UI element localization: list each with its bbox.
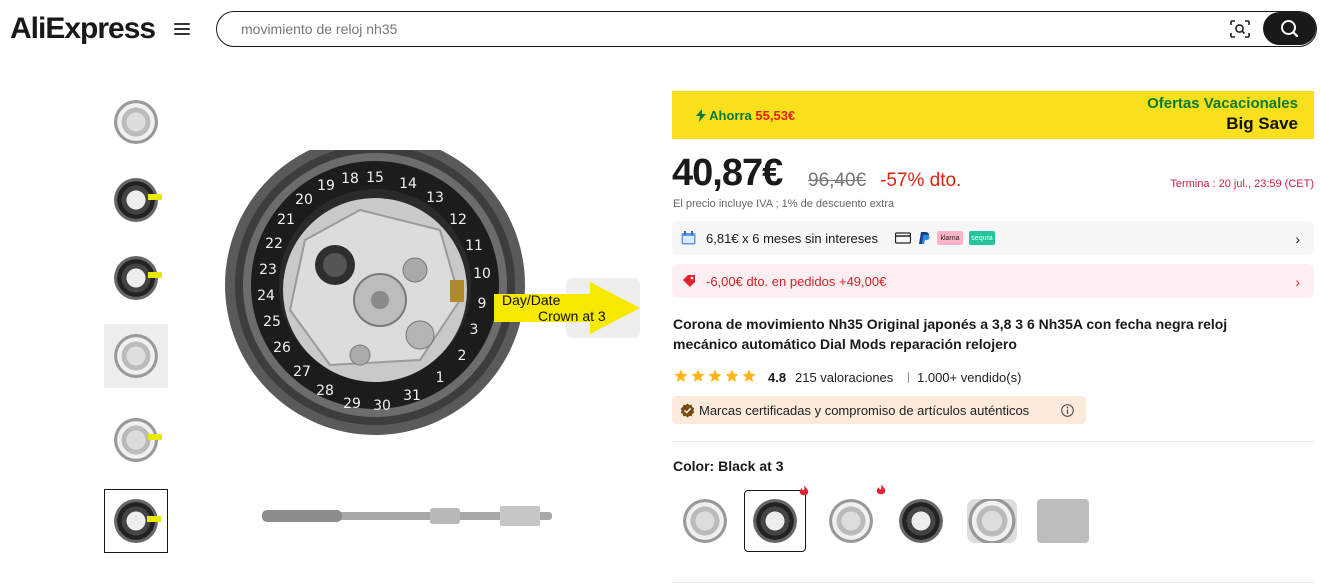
hot-icon [876,484,886,495]
callout-text-crown: Crown at 3 [538,308,606,324]
lightning-icon [696,109,706,122]
promo-savings: Ahorra 55,53€ [696,108,795,123]
promo-save-amount: 55,53€ [755,108,796,123]
klarna-badge: klarna [937,231,963,245]
promo-subtitle: Big Save [1226,114,1298,133]
svg-text:14: 14 [399,176,417,192]
info-icon[interactable] [1061,404,1074,417]
thumbnail-1[interactable] [104,90,168,154]
authentic-badge[interactable]: Marcas certificadas y compromiso de artí… [672,396,1086,424]
coupon-row[interactable]: -6,00€ dto. en pedidos +49,00€ › [672,264,1314,298]
svg-text:11: 11 [465,238,483,254]
svg-text:19: 19 [317,178,335,194]
search-bar [216,11,1317,47]
reviews-count[interactable]: 215 valoraciones [795,370,893,385]
promo-save-label: Ahorra [709,108,752,123]
product-title: Corona de movimiento Nh35 Original japon… [673,316,1228,352]
divider [672,441,1314,442]
svg-text:13: 13 [426,190,444,206]
menu-icon[interactable] [172,20,192,40]
callout-text-date: Day/Date [502,292,561,308]
divider [908,372,909,383]
promo-banner[interactable]: Ahorra 55,53€ Ofertas Vacacionales Big S… [672,91,1314,139]
discount-percentage: -57% dto. [880,170,962,191]
svg-text:18: 18 [341,171,359,187]
color-option-2[interactable] [744,485,809,552]
star-icon [742,369,756,382]
svg-text:3: 3 [470,322,479,338]
thumbnail-6[interactable] [104,489,168,553]
thumbnail-2[interactable] [104,168,168,232]
chevron-right-icon: › [1295,231,1300,247]
aliexpress-logo[interactable]: AliExpress [10,12,156,46]
vat-note: El precio incluye IVA ; 1% de descuento … [673,198,895,210]
star-icon [725,369,739,382]
hot-icon [799,485,809,496]
promo-end-time: Termina : 20 jul., 23:59 (CET) [1170,178,1314,190]
svg-text:9: 9 [478,296,487,312]
authentic-text: Marcas certificadas y compromiso de artí… [699,403,1030,418]
svg-text:28: 28 [316,383,334,399]
original-price: 96,40€ [808,170,867,191]
sequra-badge: sequra [969,231,995,245]
color-label: Color: Black at 3 [673,458,784,474]
promo-title: Ofertas Vacacionales [1147,95,1298,112]
calendar-icon [681,231,696,245]
svg-text:25: 25 [263,314,281,330]
color-option-4[interactable] [890,490,952,552]
star-icon [691,369,705,382]
svg-text:2: 2 [458,348,467,364]
svg-text:12: 12 [449,212,467,228]
svg-text:26: 26 [273,340,291,356]
rating-stars [674,369,756,383]
payment-methods: klarna sequra [895,231,995,245]
color-option-1[interactable] [674,490,736,552]
thumbnail-5[interactable] [104,408,168,472]
thumbnail-3[interactable] [104,246,168,310]
svg-text:20: 20 [295,192,313,208]
star-icon [708,369,722,382]
rating-value: 4.8 [768,370,787,385]
search-icon [1281,20,1299,38]
svg-text:21: 21 [277,212,295,228]
image-search-icon[interactable] [1229,19,1251,39]
current-price: 40,87€ [672,152,783,194]
svg-text:24: 24 [257,288,275,304]
chevron-right-icon: › [1295,274,1300,290]
tag-icon [683,275,695,287]
svg-text:30: 30 [373,398,391,414]
svg-text:1: 1 [436,370,445,386]
thumbnail-4[interactable] [104,324,168,388]
svg-text:27: 27 [293,364,311,380]
svg-text:23: 23 [259,262,277,278]
color-option-5[interactable] [961,490,1023,552]
color-option-3[interactable] [820,484,886,552]
search-button[interactable] [1263,12,1316,45]
verified-icon [680,403,695,418]
search-input[interactable] [241,20,1221,38]
sold-count: 1.000+ vendido(s) [917,370,1022,385]
svg-text:31: 31 [403,388,421,404]
star-icon [674,369,688,382]
paypal-icon [919,232,930,244]
installments-row[interactable]: 6,81€ x 6 meses sin intereses klarna seq… [672,221,1314,255]
logo-text: AliExpress [10,12,156,45]
svg-text:10: 10 [473,266,491,282]
svg-text:15: 15 [366,170,384,186]
installments-text: 6,81€ x 6 meses sin intereses [706,231,878,246]
svg-text:29: 29 [343,396,361,412]
coupon-text: -6,00€ dto. en pedidos +49,00€ [706,274,887,289]
card-icon [895,232,911,244]
header: AliExpress [0,0,1320,60]
color-option-6[interactable] [1032,490,1094,552]
main-product-image[interactable]: 15 14 13 12 11 10 9 32 1 31 30 29 28 27 26 25 24 23… [210,150,650,570]
svg-text:22: 22 [265,236,283,252]
divider [672,582,1314,583]
